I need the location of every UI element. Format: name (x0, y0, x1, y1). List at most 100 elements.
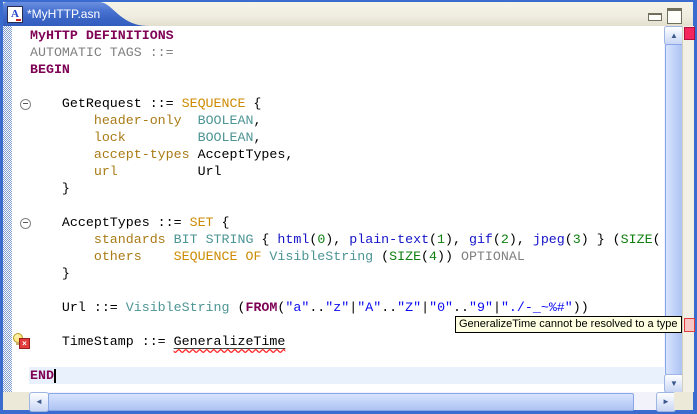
code-line[interactable]: AUTOMATIC TAGS ::= (30, 44, 664, 61)
code-line[interactable]: lock BOOLEAN, (30, 129, 664, 146)
code-token: jpeg (532, 232, 565, 247)
code-token: html (277, 232, 310, 247)
vertical-ruler-range-indicator[interactable] (3, 26, 12, 392)
code-token: BEGIN (30, 62, 70, 77)
code-token: ( (429, 232, 438, 247)
code-token: ( (652, 232, 661, 247)
scroll-up-icon[interactable]: ▲ (664, 26, 684, 45)
code-token: END (30, 368, 54, 383)
code-token: )) (572, 300, 589, 315)
code-token: "a" (285, 300, 310, 315)
code-line[interactable]: GetRequest ::= SEQUENCE { (30, 95, 664, 112)
code-token: "z" (325, 300, 350, 315)
code-line[interactable]: BEGIN (30, 61, 664, 78)
code-token: SIZE (389, 249, 422, 264)
horizontal-scrollbar-thumb[interactable] (48, 393, 634, 411)
code-token: url (93, 164, 118, 179)
asn-file-icon: A (7, 6, 23, 23)
code-token: 1 (437, 232, 446, 247)
code-token: ( (421, 249, 430, 264)
code-line[interactable]: AcceptTypes ::= SET { (30, 214, 664, 231)
code-line[interactable]: TimeStamp ::= GeneralizeTime (30, 333, 664, 350)
code-line[interactable]: accept-types AcceptTypes, (30, 146, 664, 163)
overview-error-summary-icon[interactable] (684, 27, 695, 40)
code-token: ( (373, 249, 390, 264)
code-token: AcceptTypes, (197, 147, 294, 162)
code-token: { (213, 215, 230, 230)
code-line[interactable] (30, 350, 664, 367)
code-token: Url ::= (30, 300, 126, 315)
maximize-icon[interactable] (667, 8, 682, 24)
code-token: ), (508, 232, 533, 247)
code-token: "./-_~%#" (500, 300, 573, 315)
code-token: SET (189, 215, 214, 230)
code-line[interactable]: } (30, 180, 664, 197)
scroll-down-icon[interactable]: ▼ (664, 374, 684, 393)
minimize-icon[interactable] (648, 13, 662, 21)
editor-tab-bar: A *MyHTTP.asn ✕ (3, 2, 693, 26)
code-token: "0" (429, 300, 454, 315)
code-line[interactable]: MyHTTP DEFINITIONS (30, 27, 664, 44)
code-token: { (245, 96, 262, 111)
code-token: standards (93, 232, 166, 247)
scroll-right-icon[interactable]: ► (656, 392, 676, 412)
code-token: header-only (93, 113, 182, 128)
code-token: GetRequest ::= (30, 96, 182, 111)
code-token: DEFINITIONS (85, 28, 174, 43)
code-token: MyHTTP (30, 28, 78, 43)
code-token: .. (309, 300, 326, 315)
close-icon[interactable]: ✕ (117, 6, 132, 21)
code-line[interactable]: url Url (30, 163, 664, 180)
code-token: VisibleString (269, 249, 374, 264)
code-line[interactable]: header-only BOOLEAN, (30, 112, 664, 129)
code-token: 2 (500, 232, 509, 247)
error-quickfix-marker[interactable]: × (13, 333, 30, 349)
code-line[interactable]: END (30, 367, 664, 384)
code-line[interactable]: Url ::= VisibleString (FROM("a".."z"|"A"… (30, 299, 664, 316)
code-line[interactable]: others SEQUENCE OF VisibleString (SIZE(4… (30, 248, 664, 265)
tab-myhttp-asn[interactable]: A *MyHTTP.asn ✕ (3, 2, 149, 26)
error-tooltip: GeneralizeTime cannot be resolved to a t… (455, 316, 682, 333)
code-token: ( (564, 232, 573, 247)
overview-error-marker[interactable] (684, 318, 695, 332)
code-token: AUTOMATIC TAGS ::= (30, 45, 174, 60)
code-token: plain-text (349, 232, 430, 247)
code-token: "9" (469, 300, 493, 315)
code-token: ( (229, 300, 246, 315)
code-token: .. (453, 300, 470, 315)
code-area[interactable]: MyHTTP DEFINITIONS AUTOMATIC TAGS ::= BEGI… (30, 27, 664, 387)
code-line[interactable] (30, 78, 664, 95)
code-line[interactable]: standards BIT STRING { html(0), plain-te… (30, 231, 664, 248)
code-token: SEQUENCE (181, 96, 246, 111)
code-token: "A" (357, 300, 382, 315)
scroll-left-icon[interactable]: ◄ (29, 392, 49, 412)
code-token: gif (468, 232, 493, 247)
code-token: AcceptTypes ::= (30, 215, 190, 230)
code-token: | (421, 300, 430, 315)
asn-editor-window: A *MyHTTP.asn ✕ × MyHTTP DEFINITIONS AUTO… (0, 0, 697, 414)
code-line[interactable] (30, 282, 664, 299)
code-line[interactable]: } (30, 265, 664, 282)
code-token: .. (381, 300, 398, 315)
code-token: OPTIONAL (460, 249, 525, 264)
code-token: accept-types (93, 147, 190, 162)
code-token: "Z" (397, 300, 422, 315)
overview-ruler[interactable] (682, 26, 694, 392)
code-token: FROM (245, 300, 278, 315)
code-token: )) (437, 249, 461, 264)
code-line[interactable] (30, 197, 664, 214)
code-token: TimeStamp ::= (30, 334, 174, 349)
scrollbar-corner (3, 392, 29, 410)
code-token: | (492, 300, 501, 315)
